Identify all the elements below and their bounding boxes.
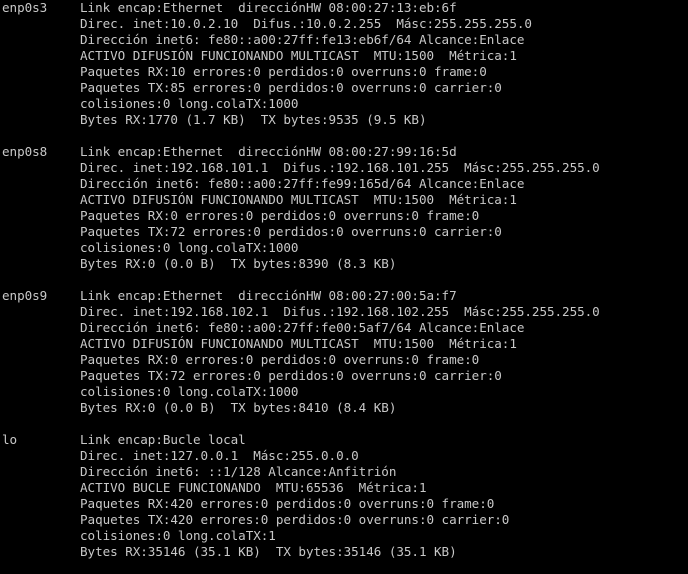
interface-line: enp0s9 Link encap:Ethernet direcciónHW 08… bbox=[2, 288, 688, 304]
interface-info-line: Dirección inet6: fe80::a00:27ff:fe13:eb6… bbox=[80, 32, 525, 47]
interface-line: Dirección inet6: fe80::a00:27ff:fe13:eb6… bbox=[2, 32, 688, 48]
interface-info-line: Bytes RX:1770 (1.7 KB) TX bytes:9535 (9.… bbox=[80, 112, 427, 127]
interface-block-enp0s9: enp0s9 Link encap:Ethernet direcciónHW 08… bbox=[2, 288, 688, 416]
interface-info-line: Direc. inet:10.0.2.10 Difus.:10.0.2.255 … bbox=[80, 16, 532, 31]
interface-info-line: ACTIVO DIFUSIÓN FUNCIONANDO MULTICAST MT… bbox=[80, 336, 517, 351]
interface-info-line: Dirección inet6: fe80::a00:27ff:fe00:5af… bbox=[80, 320, 525, 335]
interface-info-line: Paquetes TX:420 errores:0 perdidos:0 ove… bbox=[80, 512, 510, 527]
interface-info-line: Paquetes RX:10 errores:0 perdidos:0 over… bbox=[80, 64, 487, 79]
interface-line: ACTIVO DIFUSIÓN FUNCIONANDO MULTICAST MT… bbox=[2, 48, 688, 64]
interface-line: Bytes RX:0 (0.0 B) TX bytes:8390 (8.3 KB… bbox=[2, 256, 688, 272]
interface-line: Dirección inet6: fe80::a00:27ff:fe99:165… bbox=[2, 176, 688, 192]
interface-info-line: Direc. inet:127.0.0.1 Másc:255.0.0.0 bbox=[80, 448, 359, 463]
interface-info-line: Paquetes TX:72 errores:0 perdidos:0 over… bbox=[80, 368, 502, 383]
interface-info-line: colisiones:0 long.colaTX:1000 bbox=[80, 240, 299, 255]
interface-info-line: Paquetes TX:72 errores:0 perdidos:0 over… bbox=[80, 224, 502, 239]
interface-line: ACTIVO BUCLE FUNCIONANDO MTU:65536 Métri… bbox=[2, 480, 688, 496]
interface-name: enp0s8 bbox=[2, 144, 48, 159]
interface-block-enp0s3: enp0s3 Link encap:Ethernet direcciónHW 08… bbox=[2, 0, 688, 128]
interface-line: Bytes RX:1770 (1.7 KB) TX bytes:9535 (9.… bbox=[2, 112, 688, 128]
interface-info-line: Bytes RX:0 (0.0 B) TX bytes:8390 (8.3 KB… bbox=[80, 256, 397, 271]
interface-info-line: Paquetes RX:0 errores:0 perdidos:0 overr… bbox=[80, 208, 480, 223]
interface-info-line: Direc. inet:192.168.102.1 Difus.:192.168… bbox=[80, 304, 600, 319]
interface-info-line: colisiones:0 long.colaTX:1000 bbox=[80, 96, 299, 111]
interface-info-line: colisiones:0 long.colaTX:1000 bbox=[80, 384, 299, 399]
interface-line: Bytes RX:35146 (35.1 KB) TX bytes:35146 … bbox=[2, 544, 688, 560]
interface-line: colisiones:0 long.colaTX:1000 bbox=[2, 96, 688, 112]
interface-info-line: Dirección inet6: fe80::a00:27ff:fe99:165… bbox=[80, 176, 525, 191]
interface-name: enp0s9 bbox=[2, 288, 48, 303]
interface-line: Paquetes RX:420 errores:0 perdidos:0 ove… bbox=[2, 496, 688, 512]
interface-info-line: Link encap:Ethernet direcciónHW 08:00:27… bbox=[80, 288, 457, 303]
interface-line: colisiones:0 long.colaTX:1000 bbox=[2, 384, 688, 400]
interface-block-enp0s8: enp0s8 Link encap:Ethernet direcciónHW 08… bbox=[2, 144, 688, 272]
interface-line: enp0s3 Link encap:Ethernet direcciónHW 08… bbox=[2, 0, 688, 16]
interface-info-line: colisiones:0 long.colaTX:1 bbox=[80, 528, 276, 543]
interface-line: Direc. inet:127.0.0.1 Másc:255.0.0.0 bbox=[2, 448, 688, 464]
interface-info-line: Direc. inet:192.168.101.1 Difus.:192.168… bbox=[80, 160, 600, 175]
interface-info-line: Paquetes RX:420 errores:0 perdidos:0 ove… bbox=[80, 496, 495, 511]
interface-info-line: Link encap:Bucle local bbox=[80, 432, 246, 447]
interface-block-lo: lo Link encap:Bucle local Direc. inet:127… bbox=[2, 432, 688, 560]
interface-info-line: Link encap:Ethernet direcciónHW 08:00:27… bbox=[80, 144, 457, 159]
interface-info-line: Bytes RX:35146 (35.1 KB) TX bytes:35146 … bbox=[80, 544, 457, 559]
interface-info-line: Dirección inet6: ::1/128 Alcance:Anfitri… bbox=[80, 464, 397, 479]
interface-line: Bytes RX:0 (0.0 B) TX bytes:8410 (8.4 KB… bbox=[2, 400, 688, 416]
interface-info-line: Paquetes TX:85 errores:0 perdidos:0 over… bbox=[80, 80, 502, 95]
interface-info-line: ACTIVO DIFUSIÓN FUNCIONANDO MULTICAST MT… bbox=[80, 192, 517, 207]
interface-line: Paquetes RX:10 errores:0 perdidos:0 over… bbox=[2, 64, 688, 80]
interface-info-line: Link encap:Ethernet direcciónHW 08:00:27… bbox=[80, 0, 457, 15]
interface-name: lo bbox=[2, 432, 18, 447]
interface-info-line: Paquetes RX:0 errores:0 perdidos:0 overr… bbox=[80, 352, 480, 367]
interface-line: Dirección inet6: ::1/128 Alcance:Anfitri… bbox=[2, 464, 688, 480]
interface-line: ACTIVO DIFUSIÓN FUNCIONANDO MULTICAST MT… bbox=[2, 192, 688, 208]
interface-line: Paquetes TX:420 errores:0 perdidos:0 ove… bbox=[2, 512, 688, 528]
interface-line: enp0s8 Link encap:Ethernet direcciónHW 08… bbox=[2, 144, 688, 160]
interface-line: Paquetes TX:72 errores:0 perdidos:0 over… bbox=[2, 368, 688, 384]
interface-line: Direc. inet:192.168.102.1 Difus.:192.168… bbox=[2, 304, 688, 320]
interface-line: Direc. inet:10.0.2.10 Difus.:10.0.2.255 … bbox=[2, 16, 688, 32]
interface-name: enp0s3 bbox=[2, 0, 48, 15]
interface-line: Paquetes RX:0 errores:0 perdidos:0 overr… bbox=[2, 352, 688, 368]
interface-line: Dirección inet6: fe80::a00:27ff:fe00:5af… bbox=[2, 320, 688, 336]
interface-line: Paquetes RX:0 errores:0 perdidos:0 overr… bbox=[2, 208, 688, 224]
interface-line: Paquetes TX:72 errores:0 perdidos:0 over… bbox=[2, 224, 688, 240]
interface-info-line: Bytes RX:0 (0.0 B) TX bytes:8410 (8.4 KB… bbox=[80, 400, 397, 415]
terminal-console[interactable]: enp0s3 Link encap:Ethernet direcciónHW 08… bbox=[0, 0, 688, 574]
interface-line: Direc. inet:192.168.101.1 Difus.:192.168… bbox=[2, 160, 688, 176]
interface-info-line: ACTIVO BUCLE FUNCIONANDO MTU:65536 Métri… bbox=[80, 480, 427, 495]
interface-line: lo Link encap:Bucle local bbox=[2, 432, 688, 448]
interface-line: ACTIVO DIFUSIÓN FUNCIONANDO MULTICAST MT… bbox=[2, 336, 688, 352]
interface-line: Paquetes TX:85 errores:0 perdidos:0 over… bbox=[2, 80, 688, 96]
interface-info-line: ACTIVO DIFUSIÓN FUNCIONANDO MULTICAST MT… bbox=[80, 48, 517, 63]
interface-line: colisiones:0 long.colaTX:1 bbox=[2, 528, 688, 544]
interface-line: colisiones:0 long.colaTX:1000 bbox=[2, 240, 688, 256]
